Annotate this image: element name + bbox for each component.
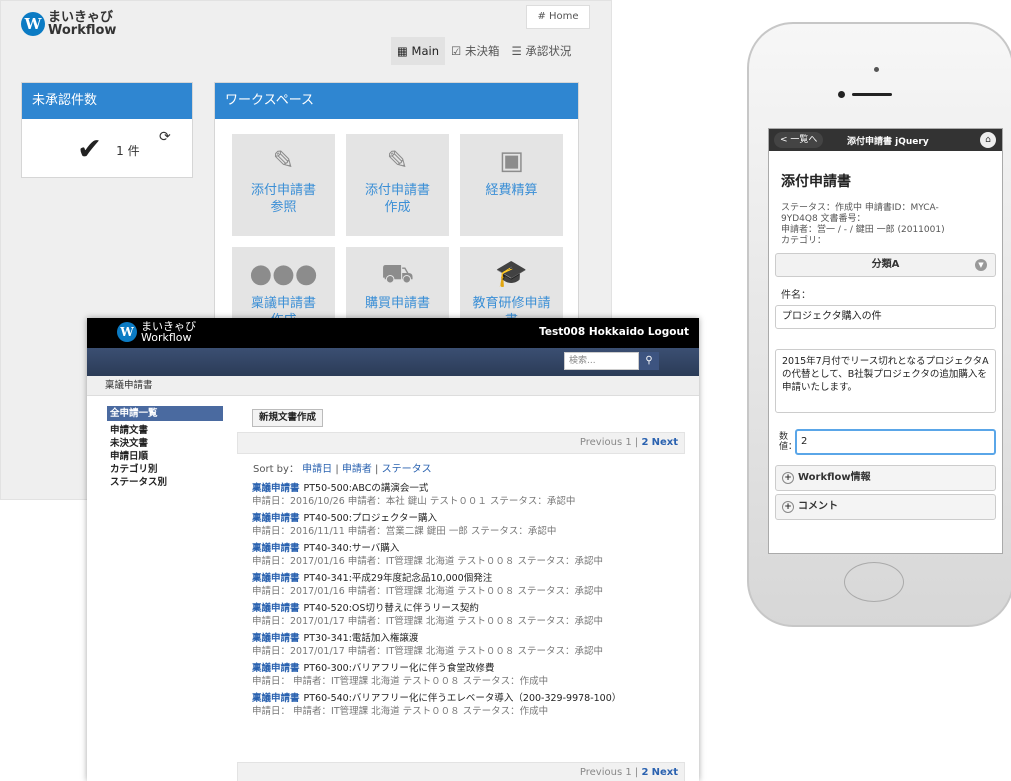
smartphone-frame: < 一覧へ 添付申請書 jQuery ⌂ 添付申請書 ステータス：作成中 申請書… xyxy=(747,22,1011,627)
search-icon[interactable]: ⚲ xyxy=(639,352,659,370)
app-logo[interactable]: W まいきゃび Workflow xyxy=(21,11,116,37)
pager-next[interactable]: Next xyxy=(652,767,678,778)
cart-icon: ⛟ xyxy=(381,259,414,289)
camera-icon xyxy=(874,67,879,72)
tile-attachment-view[interactable]: ✎ 添付申請書 参照 xyxy=(232,134,335,236)
refresh-icon[interactable]: ⟳ xyxy=(159,129,171,145)
home-button[interactable]: # Home xyxy=(526,5,590,29)
pager-prev[interactable]: Previous xyxy=(580,437,622,448)
document-list: 稟議申請書 PT50-500:ABCの講演会一式 申請日：2016/10/26 申請… xyxy=(252,482,692,722)
comment-section[interactable]: + コメント xyxy=(775,494,996,520)
new-document-button[interactable]: 新規文書作成 xyxy=(252,409,324,427)
sort-by-applicant[interactable]: 申請者 xyxy=(342,464,372,475)
pending-count[interactable]: 1 件 xyxy=(116,142,139,159)
tile-attachment-create[interactable]: ✎ 添付申請書 作成 xyxy=(346,134,449,236)
search-input[interactable]: 検索... xyxy=(564,352,639,370)
subject-label: 件名： xyxy=(781,290,811,301)
workflow-logo-icon: W xyxy=(21,12,45,36)
ringi-list-window: W まいきゃび Workflow Test008 Hokkaido Logout… xyxy=(87,318,699,781)
quantity-field[interactable]: 2 xyxy=(795,429,996,455)
tile-expense[interactable]: ▣ 経費精算 xyxy=(460,134,563,236)
speaker-icon xyxy=(852,93,892,96)
sidebar: 全申請一覧 申請文書 未決文書 申請日順 カテゴリ別 ステータス別 xyxy=(107,406,223,489)
sort-by-status[interactable]: ステータス xyxy=(382,464,432,475)
pending-panel-title: 未承認件数 xyxy=(22,83,192,119)
form-heading: 添付申請書 xyxy=(781,174,851,190)
nav-inbox[interactable]: ☑ 未決箱 xyxy=(445,37,505,65)
logo-line2: Workflow xyxy=(48,23,117,38)
sort-bar: Sort by： 申請日 | 申請者 | ステータス xyxy=(253,464,432,475)
pager-prev[interactable]: Previous xyxy=(580,767,622,778)
list-item[interactable]: 稟議申請書 PT40-341:平成29年度記念品10,000個発注 申請日：2017… xyxy=(252,572,692,602)
top-bar: W まいきゃび Workflow Test008 Hokkaido Logout xyxy=(87,318,699,348)
home-button[interactable] xyxy=(844,562,904,602)
list-item[interactable]: 稟議申請書 PT40-340:サーバ購入 申請日：2017/01/16 申請者：IT… xyxy=(252,542,692,572)
pending-panel: 未承認件数 ✔ 1 件 ⟳ xyxy=(21,82,193,178)
front-camera-icon xyxy=(838,91,845,98)
list-item[interactable]: 稟議申請書 PT40-520:OS切り替えに伴うリース契約 申請日：2017/01/… xyxy=(252,602,692,632)
check-box-icon: ☑ xyxy=(450,44,465,58)
nav-main[interactable]: ▦ Main xyxy=(391,37,445,65)
home-icon[interactable]: ⌂ xyxy=(980,132,996,148)
paperclip-icon: ✎ xyxy=(272,146,295,176)
plus-icon: + xyxy=(782,501,794,513)
phone-header: < 一覧へ 添付申請書 jQuery ⌂ xyxy=(769,129,1002,151)
paperclip-icon: ✎ xyxy=(386,146,409,176)
sidebar-item-by-date[interactable]: 申請日順 xyxy=(107,450,223,463)
pager-top: Previous 1 | 2 Next xyxy=(237,432,685,454)
subject-field[interactable]: プロジェクタ購入の件 xyxy=(775,305,996,329)
sort-by-date[interactable]: 申請日 xyxy=(302,464,332,475)
list-item[interactable]: 稟議申請書 PT60-540:バリアフリー化に伴うエレベータ導入（200-329-… xyxy=(252,692,692,722)
back-button[interactable]: < 一覧へ xyxy=(774,132,824,148)
sidebar-item-by-category[interactable]: カテゴリ別 xyxy=(107,463,223,476)
workflow-logo-icon: W xyxy=(117,322,137,342)
phone-title: 添付申請書 jQuery xyxy=(847,137,929,147)
category-select[interactable]: 分類A ▼ xyxy=(775,253,996,277)
sidebar-item-by-status[interactable]: ステータス別 xyxy=(107,476,223,489)
nav-approval-status[interactable]: ☰ 承認状況 xyxy=(505,37,577,65)
nav-bar: 検索... ⚲ xyxy=(87,348,699,376)
status-info: ステータス：作成中 申請書ID：MYCA- 9YD4Q8 文書番号： 申請者：営… xyxy=(781,203,945,246)
list-item[interactable]: 稟議申請書 PT30-341:電話加入権譲渡 申請日：2017/01/17 申請者：… xyxy=(252,632,692,662)
workspace-panel-title: ワークスペース xyxy=(215,83,578,119)
sidebar-item-pending[interactable]: 未決文書 xyxy=(107,437,223,450)
app-logo[interactable]: W まいきゃび Workflow xyxy=(117,321,196,343)
phone-screen: < 一覧へ 添付申請書 jQuery ⌂ 添付申請書 ステータス：作成中 申請書… xyxy=(768,128,1003,554)
workflow-info-section[interactable]: + Workflow情報 xyxy=(775,465,996,491)
money-icon: ▣ xyxy=(499,146,524,176)
quantity-label: 数値： xyxy=(779,432,798,452)
list-item[interactable]: 稟議申請書 PT60-300:バリアフリー化に伴う食堂改修費 申請日： 申請者：IT… xyxy=(252,662,692,692)
chevron-down-icon: ▼ xyxy=(975,259,987,271)
list-icon: ☰ xyxy=(511,44,526,58)
user-logout[interactable]: Test008 Hokkaido Logout xyxy=(539,326,689,338)
grid-icon: ▦ xyxy=(397,44,412,58)
list-item[interactable]: 稟議申請書 PT40-500:プロジェクター購入 申請日：2016/11/11 申請… xyxy=(252,512,692,542)
list-item[interactable]: 稟議申請書 PT50-500:ABCの講演会一式 申請日：2016/10/26 申請… xyxy=(252,482,692,512)
plus-icon: + xyxy=(782,472,794,484)
main-nav: ▦ Main ☑ 未決箱 ☰ 承認状況 xyxy=(391,37,577,65)
users-icon: ●●● xyxy=(249,259,318,289)
pager-bottom: Previous 1 | 2 Next xyxy=(237,762,685,781)
check-icon: ✔ xyxy=(77,132,103,167)
breadcrumb: 稟議申請書 xyxy=(87,376,699,396)
body-textarea[interactable]: 2015年7月付でリース切れとなるプロジェクタAの代替として、B社製プロジェクタ… xyxy=(775,349,996,413)
sidebar-item-applied[interactable]: 申請文書 xyxy=(107,424,223,437)
sidebar-item-all[interactable]: 全申請一覧 xyxy=(107,406,223,421)
pager-next[interactable]: Next xyxy=(652,437,678,448)
graduation-cap-icon: 🎓 xyxy=(495,259,528,289)
